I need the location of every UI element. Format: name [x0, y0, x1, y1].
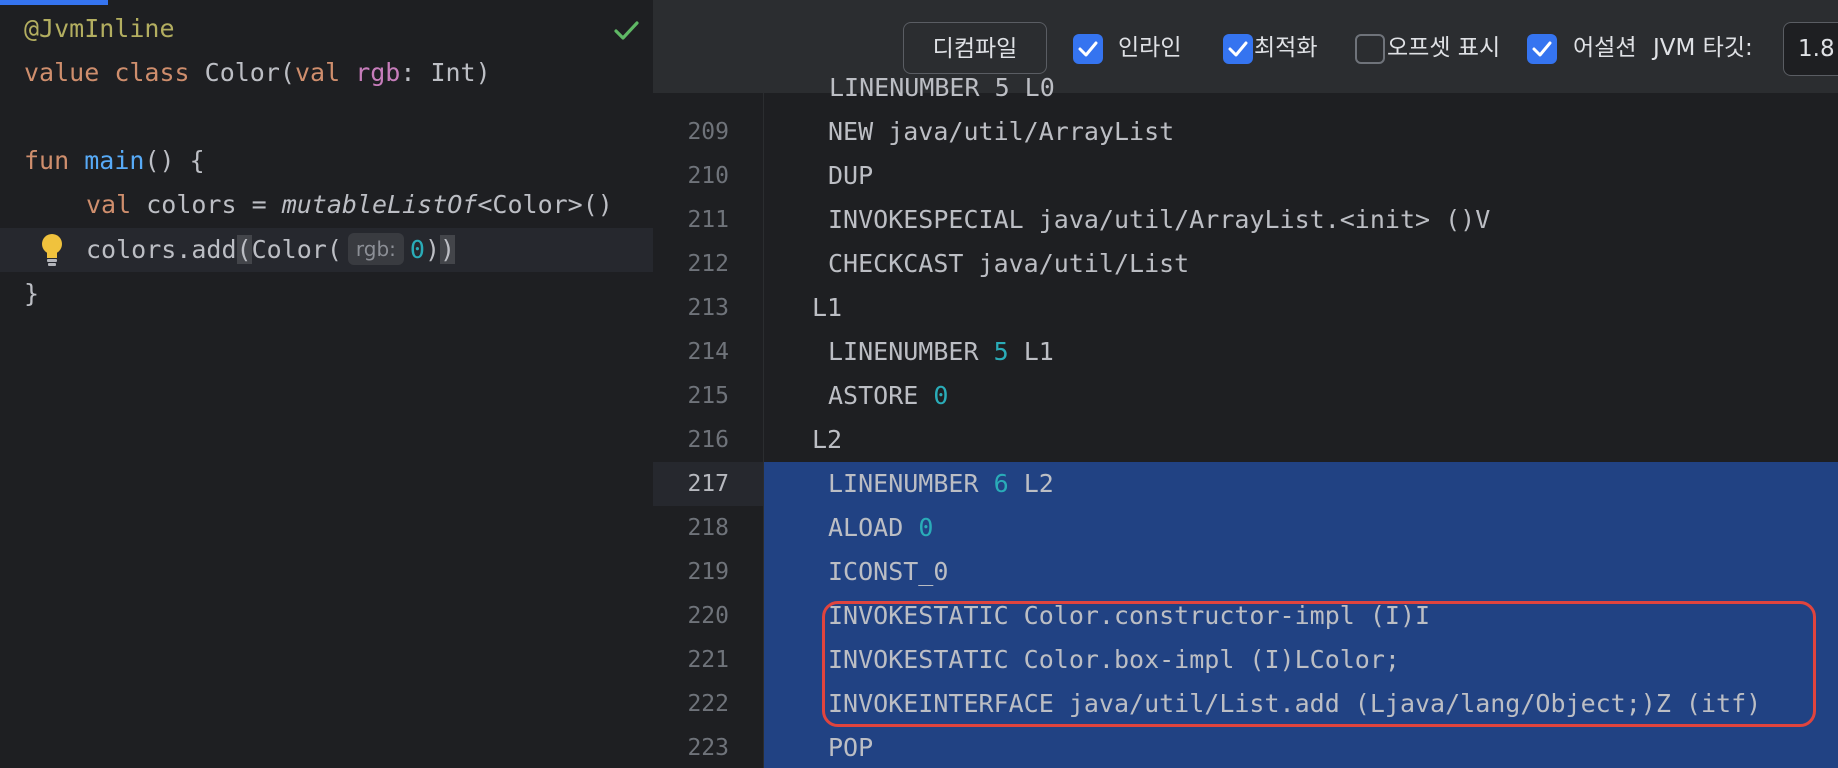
paren-close-inner: ) [424, 235, 441, 264]
bytecode-instruction: DUP [828, 161, 874, 190]
code-line-5[interactable]: val colors = mutableListOf<Color>() [86, 183, 613, 227]
annotation-highlight-box [822, 601, 1816, 727]
bytecode-number: 0 [933, 381, 949, 410]
bytecode-line[interactable]: L2 [812, 418, 842, 462]
assertions-checkbox[interactable] [1527, 34, 1557, 64]
bytecode-line[interactable]: CHECKCAST java/util/List [828, 242, 1189, 286]
line-number: 221 [687, 647, 729, 673]
offsets-checkbox[interactable] [1355, 34, 1385, 64]
lightbulb-icon[interactable] [38, 231, 66, 267]
line-number: 220 [687, 603, 729, 629]
jvm-target-label: JVM 타깃: [1653, 35, 1753, 61]
keyword-val: val [294, 58, 341, 87]
line-number: 209 [687, 119, 729, 145]
paren-close: ) [440, 235, 456, 264]
code-line-7[interactable]: } [24, 272, 39, 316]
number-literal: 0 [409, 235, 425, 264]
keyword-fun: fun [24, 146, 70, 175]
line-number: 216 [687, 427, 729, 453]
line-number: 210 [687, 163, 729, 189]
function-main: main [84, 146, 145, 175]
code-line-6[interactable]: colors.add(Color(rgb: 0)) [86, 228, 456, 272]
var-colors: colors = [146, 190, 282, 219]
function-params: () { [144, 146, 205, 175]
bytecode-line[interactable]: LINENUMBER 6 L2 [828, 462, 1054, 506]
app-window: @JvmInline value class Color(val rgb: In… [0, 0, 1838, 768]
annotation-token: @JvmInline [24, 14, 175, 43]
bytecode-line[interactable]: NEW java/util/ArrayList [828, 110, 1174, 154]
bytecode-number: 5 [993, 337, 1009, 366]
property-rgb: rgb [355, 58, 401, 87]
jvm-target-select[interactable]: 1.8 [1783, 22, 1838, 76]
line-number: 211 [687, 207, 729, 233]
class-name: Color( [204, 58, 295, 87]
paren-open: ( [236, 235, 252, 264]
bytecode-instruction: LINENUMBER [828, 337, 994, 366]
bytecode-instruction: POP [828, 733, 874, 762]
bytecode-instruction: ASTORE [828, 381, 934, 410]
bytecode-instruction: CHECKCAST java/util/List [828, 249, 1190, 278]
bytecode-line[interactable]: INVOKESPECIAL java/util/ArrayList.<init>… [828, 198, 1490, 242]
call-color: Color( [251, 235, 342, 264]
optimize-label[interactable]: 최적화 [1254, 28, 1317, 68]
bytecode-operand: L1 [1008, 337, 1054, 366]
check-icon[interactable] [610, 14, 642, 46]
line-number: 213 [687, 295, 729, 321]
line-number: 218 [687, 515, 729, 541]
keyword-value: value [24, 58, 100, 87]
call-mutablelistof: mutableListOf [281, 190, 478, 219]
bytecode-instruction: NEW java/util/ArrayList [828, 117, 1175, 146]
call-colors-add: colors.add [86, 235, 237, 264]
kotlin-editor[interactable]: @JvmInline value class Color(val rgb: In… [0, 0, 653, 768]
bytecode-line[interactable]: LINENUMBER 5 L1 [828, 330, 1054, 374]
bytecode-instruction: L1 [812, 293, 843, 322]
type-int: : Int) [400, 58, 491, 87]
line-number: 217 [687, 471, 729, 497]
optimize-checkbox[interactable] [1223, 34, 1253, 64]
bytecode-line[interactable]: POP [828, 726, 873, 768]
inline-checkbox[interactable] [1073, 34, 1103, 64]
line-number: 219 [687, 559, 729, 585]
bytecode-operand: L2 [1008, 469, 1054, 498]
offsets-label[interactable]: 오프셋 표시 [1387, 28, 1500, 68]
bytecode-instruction: L2 [812, 425, 843, 454]
bytecode-line[interactable]: ICONST_0 [828, 550, 948, 594]
code-line-1[interactable]: @JvmInline [24, 7, 175, 51]
bytecode-line-partial: LINENUMBER 5 L0 [829, 73, 1055, 102]
bytecode-instruction: ALOAD [828, 513, 919, 542]
bytecode-line[interactable]: ASTORE 0 [828, 374, 948, 418]
keyword-val: val [86, 190, 132, 219]
inline-label[interactable]: 인라인 [1118, 28, 1181, 68]
bytecode-line[interactable]: ALOAD 0 [828, 506, 933, 550]
closing-brace: } [24, 279, 40, 308]
bytecode-instruction: LINENUMBER [828, 469, 994, 498]
bytecode-instruction: ICONST_0 [828, 557, 949, 586]
bytecode-number: 0 [918, 513, 934, 542]
line-number: 212 [687, 251, 729, 277]
line-number: 214 [687, 339, 729, 365]
line-number: 215 [687, 383, 729, 409]
bytecode-line[interactable]: L1 [812, 286, 842, 330]
assertions-label[interactable]: 어설션 [1573, 28, 1636, 68]
generic-args: <Color>() [477, 190, 613, 219]
editor-progress-indicator [0, 0, 108, 5]
code-line-2[interactable]: value class Color(val rgb: Int) [24, 51, 491, 95]
keyword-class: class [114, 58, 190, 87]
bytecode-instruction: INVOKESPECIAL java/util/ArrayList.<init>… [828, 205, 1491, 234]
code-line-4[interactable]: fun main() { [24, 139, 205, 183]
bytecode-number: 6 [993, 469, 1009, 498]
line-number: 223 [687, 735, 729, 761]
bytecode-line[interactable]: DUP [828, 154, 873, 198]
parameter-hint: rgb: [347, 233, 404, 265]
line-number: 222 [687, 691, 729, 717]
